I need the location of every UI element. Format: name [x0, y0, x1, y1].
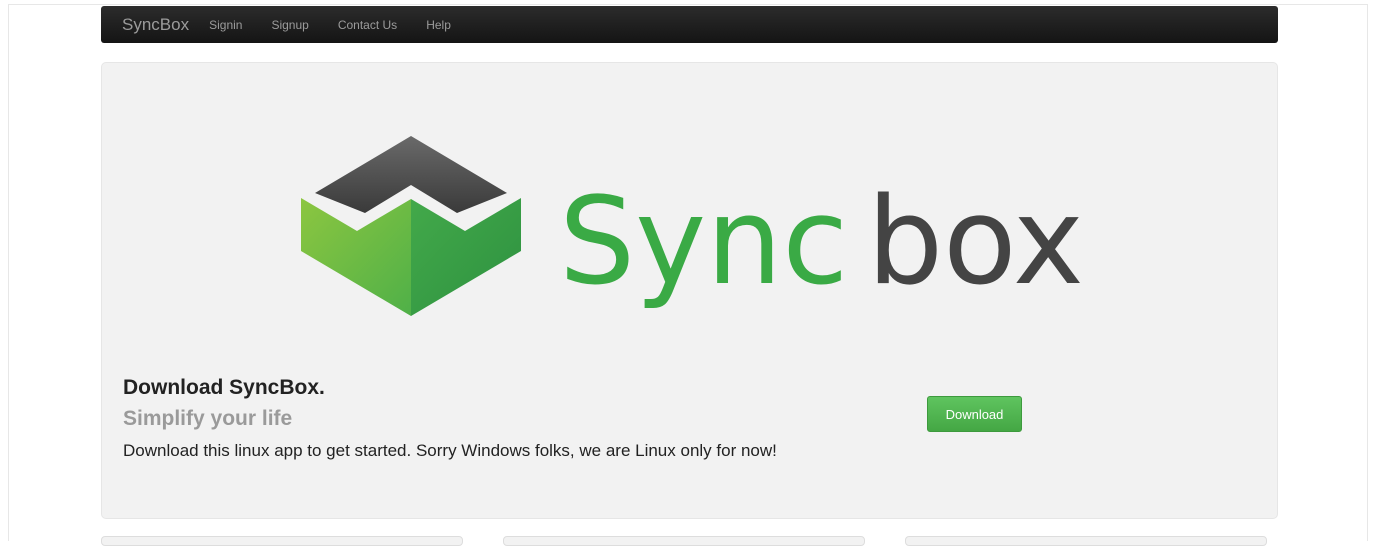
hero-title: Download SyncBox. — [123, 376, 325, 399]
nav-link-contact-us[interactable]: Contact Us — [338, 18, 397, 32]
logo-text-box: box — [867, 173, 1084, 312]
logo-text-sync: Sync — [559, 173, 848, 312]
feature-card-2 — [503, 536, 865, 546]
feature-card-1 — [101, 536, 463, 546]
download-button[interactable]: Download — [927, 396, 1022, 432]
box-icon — [301, 136, 521, 316]
hero-subtitle: Simplify your life — [123, 407, 293, 430]
feature-card-3 — [905, 536, 1267, 546]
nav-link-help[interactable]: Help — [426, 18, 451, 32]
hero-unit: Sync box Download SyncBox. Simplify your… — [101, 62, 1278, 519]
hero-description: Download this linux app to get started. … — [123, 441, 777, 460]
nav-link-signin[interactable]: Signin — [209, 18, 242, 32]
brand-link[interactable]: SyncBox — [122, 15, 189, 35]
syncbox-logo: Sync box — [301, 136, 1084, 316]
navbar: SyncBox Signin Signup Contact Us Help — [101, 6, 1278, 43]
nav-link-signup[interactable]: Signup — [271, 18, 308, 32]
